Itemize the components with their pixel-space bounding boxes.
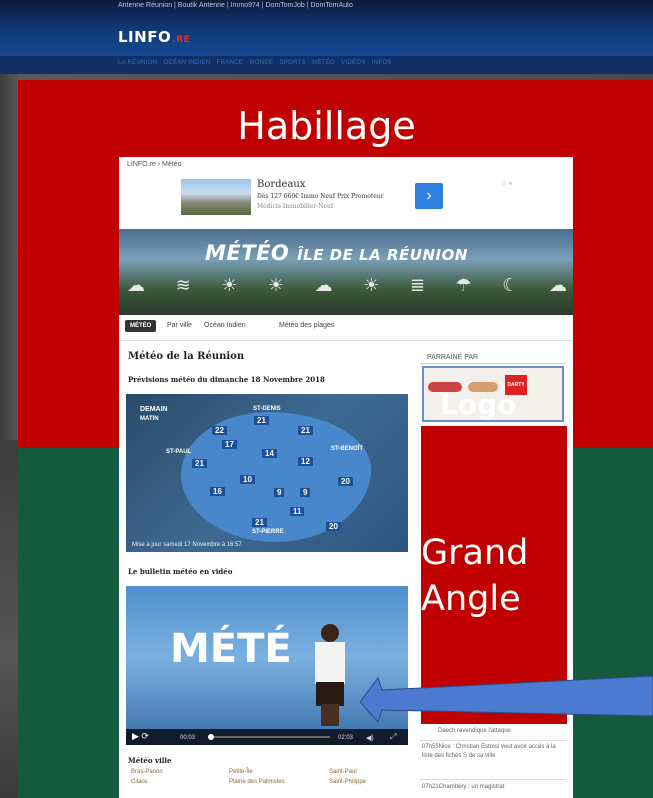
map-temp: 9: [274, 488, 285, 497]
news-divider: [420, 779, 566, 780]
ad-price-line: Dès 127 660€ Immo Neuf Prix Promoteur: [257, 193, 384, 200]
arrow-annotation: [360, 675, 653, 723]
map-temp: 22: [212, 426, 227, 435]
map-temp: 11: [290, 507, 305, 516]
ad-arrow-button[interactable]: ›: [415, 183, 443, 209]
breadcrumb[interactable]: LINFO.re › Météo: [127, 161, 181, 168]
cloud-rain-icon: ☁: [127, 275, 145, 296]
moon-icon: ☾: [502, 275, 519, 296]
grand-angle-label: Grand Angle: [421, 530, 571, 622]
map-label-st-denis: ST-DENIS: [253, 406, 281, 412]
cities-title: Météo ville: [128, 756, 172, 765]
tab-ocean-indien[interactable]: Océan Indien: [204, 322, 246, 329]
city-link[interactable]: Petite-Île: [229, 769, 253, 775]
map-temp: 21: [254, 416, 269, 425]
map-temp: 12: [298, 457, 313, 466]
site-logo-text: LINFO: [118, 28, 172, 46]
video-progress-bar[interactable]: [208, 736, 330, 738]
wind-icon: ≋: [175, 275, 191, 296]
weather-map[interactable]: DEMAIN MATIN ST-DENIS ST-PAUL ST-BENOÎT …: [126, 394, 408, 552]
map-update-time: Mise à jour samedi 17 Novembre à 16:57: [132, 542, 242, 548]
map-temp: 20: [338, 477, 353, 486]
sun-cloud-icon: ☀: [221, 275, 238, 296]
map-temp: 21: [192, 459, 207, 468]
fullscreen-icon[interactable]: ⤢: [390, 732, 396, 742]
arrow-shape: [360, 675, 653, 723]
city-link[interactable]: Bras-Panon: [131, 769, 163, 775]
map-temp: 21: [298, 426, 313, 435]
banner-title: MÉTÉO ÎLE DE LA RÉUNION: [205, 241, 468, 265]
video-current-time: 00:03: [180, 735, 196, 741]
grand-angle-line-1: Grand: [421, 533, 529, 573]
presenter-body: [315, 642, 345, 684]
city-link[interactable]: Cilaos: [131, 779, 148, 785]
forecast-date: Prévisions météo du dimanche 18 Novembre…: [128, 375, 325, 384]
umbrella-icon: ☂: [455, 275, 472, 296]
volume-icon[interactable]: ◀): [366, 734, 374, 742]
sponsor-label: PARRAINÉ PAR: [427, 354, 479, 361]
city-link[interactable]: Saint-Paul: [329, 769, 357, 775]
ad-advertiser: Médicis-Immobilier-Neuf: [257, 203, 334, 210]
map-label-st-pierre: ST-PIERRE: [252, 529, 284, 535]
map-temp: 20: [326, 522, 341, 531]
map-temp: 14: [262, 449, 277, 458]
habillage-label: Habillage: [237, 104, 416, 148]
map-temp: 9: [300, 488, 311, 497]
banner-title-big: MÉTÉO: [205, 241, 290, 265]
sun-icon: ☀: [267, 275, 285, 296]
storm-icon: ☁: [548, 275, 567, 296]
page-title: Météo de la Réunion: [128, 351, 245, 362]
site-logo-suffix: .RE: [172, 35, 191, 45]
map-header: DEMAIN: [140, 406, 168, 413]
play-icon[interactable]: ▶ ⟳: [132, 731, 149, 742]
sun-haze-icon: ☀: [363, 275, 380, 296]
video-progress-knob[interactable]: [208, 734, 214, 740]
network-links[interactable]: Antenne Réunion | Boutik Antenne | Immo9…: [118, 2, 353, 9]
sponsor-divider: [420, 363, 566, 364]
banner-title-small: ÎLE DE LA RÉUNION: [297, 246, 468, 264]
map-header-sub: MATIN: [140, 416, 159, 422]
presenter-figure: [311, 624, 351, 726]
news-item[interactable]: 07h21Chambéry : un magistrat: [422, 783, 568, 792]
map-temp: 17: [222, 440, 237, 449]
map-label-st-benoit: ST-BENOÎT: [331, 446, 364, 452]
weather-icons-row: ☁ ≋ ☀ ☀ ☁ ☀ ≣ ☂ ☾ ☁: [127, 275, 567, 296]
site-logo[interactable]: LINFO.RE: [118, 28, 190, 46]
map-temp: 21: [252, 518, 267, 527]
ad-image[interactable]: [181, 179, 251, 215]
ad-title[interactable]: Bordeaux: [257, 179, 306, 190]
video-section-title: Le bulletin météo en vidéo: [128, 567, 233, 576]
presenter-skirt: [316, 682, 344, 706]
cloud-icon: ☁: [314, 275, 333, 296]
city-link[interactable]: Saint-Philippe: [329, 779, 366, 785]
presenter-head: [321, 624, 339, 642]
map-temp: 10: [240, 475, 255, 484]
ad-choices-icon[interactable]: ⓘ ✕: [502, 180, 513, 187]
video-title-overlay: MÉTÉ: [170, 626, 292, 672]
grand-angle-line-2: Angle: [421, 579, 521, 619]
main-nav-items[interactable]: LA RÉUNION · OCÉAN INDIEN · FRANCE · MON…: [118, 60, 392, 66]
map-label-st-paul: ST-PAUL: [166, 449, 192, 455]
map-temp: 16: [210, 487, 225, 496]
video-duration: 02:03: [338, 735, 354, 741]
city-link[interactable]: Plaine des Palmistes: [229, 779, 285, 785]
fog-icon: ≣: [409, 275, 425, 296]
tab-meteo-plages[interactable]: Météo des plages: [279, 322, 334, 329]
tab-meteo[interactable]: MÉTÉO: [125, 320, 157, 332]
presenter-legs: [321, 704, 339, 726]
logo-annotation: Logo: [440, 388, 517, 421]
tab-par-ville[interactable]: Par ville: [167, 322, 192, 329]
news-item[interactable]: 07h55Nice : Christian Estrosi veut avoir…: [422, 743, 568, 761]
news-divider: [420, 740, 566, 741]
